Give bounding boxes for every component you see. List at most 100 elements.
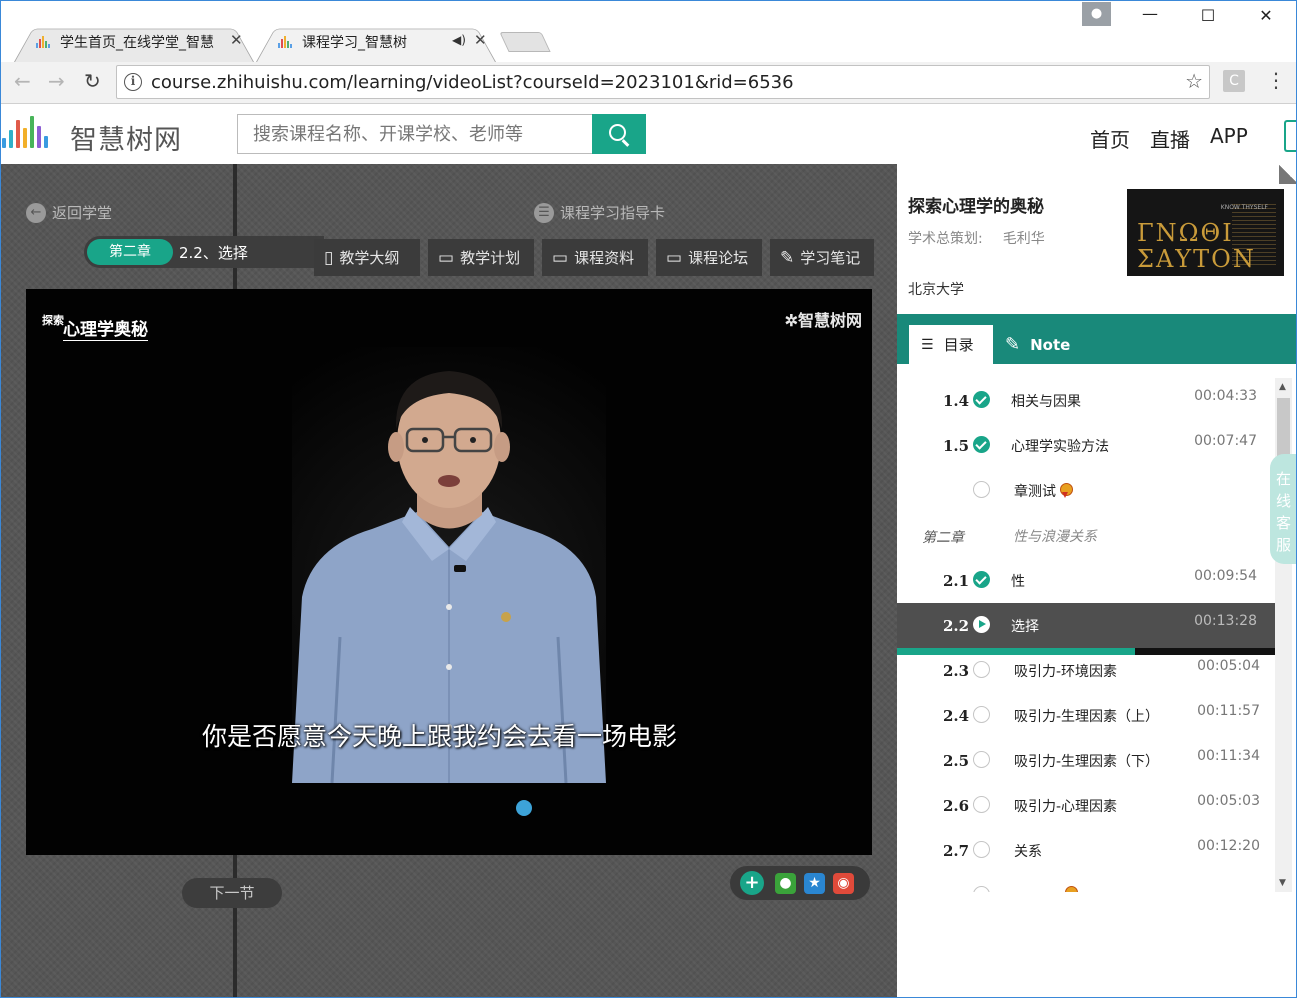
site-info-icon[interactable]: i	[124, 73, 142, 91]
course-materials-button[interactable]: ▭ 课程资料	[542, 239, 648, 276]
folder-icon: ▭	[552, 247, 569, 268]
tab-note[interactable]: ✎ Note	[1005, 325, 1070, 364]
completed-check-icon	[973, 571, 990, 588]
header-user-button[interactable]	[1284, 120, 1297, 152]
browser-titlebar: 学生首页_在线学堂_智慧 ✕ 课程学习_智慧树 ◀) ✕ ● — ☐ ✕	[0, 0, 1297, 63]
course-search-input[interactable]	[238, 115, 593, 153]
back-link-label: 返回学堂	[52, 204, 113, 222]
nav-app[interactable]: APP	[1210, 124, 1248, 148]
section-title: 2.2、选择	[179, 244, 248, 262]
nav-live[interactable]: 直播	[1150, 124, 1190, 153]
tab-audio-icon[interactable]: ◀)	[452, 33, 466, 47]
lesson-item[interactable]: 2.3 吸引力-环境因素 00:05:04	[897, 648, 1275, 693]
calendar-icon: ▭	[438, 247, 455, 268]
lesson-item[interactable]: 2.5 吸引力-生理因素（下） 00:11:34	[897, 738, 1275, 783]
cover-small-text: KNOW THYSELF	[1220, 204, 1268, 211]
extension-icon[interactable]: C	[1223, 70, 1245, 92]
list-icon: ☰	[534, 202, 554, 223]
course-planner: 学术总策划: 毛利华	[908, 231, 1045, 247]
close-window-button[interactable]: ✕	[1246, 6, 1286, 25]
medal-icon	[1064, 886, 1078, 892]
lesson-item-current[interactable]: 2.2 选择 00:13:28	[897, 603, 1275, 648]
course-search-box[interactable]	[237, 114, 593, 154]
back-to-school-link[interactable]: ← 返回学堂	[26, 202, 112, 223]
panel-tabs: ☰ 目录 ✎ Note	[897, 314, 1297, 364]
tab-close-icon[interactable]: ✕	[474, 31, 487, 49]
study-notes-button[interactable]: ✎ 学习笔记	[770, 239, 874, 276]
pending-circle-icon	[973, 751, 990, 768]
lesson-item[interactable]: 2.6 吸引力-心理因素 00:05:03	[897, 783, 1275, 828]
chapter-indicator: 第二章 2.2、选择	[84, 236, 324, 268]
site-favicon-icon	[278, 34, 296, 48]
video-watermark: ✲智慧树网	[784, 311, 862, 330]
completed-check-icon	[973, 391, 990, 408]
browser-tab-course-learning[interactable]: 课程学习_智慧树 ◀) ✕	[256, 22, 496, 63]
lesson-item[interactable]: 1.5 心理学实验方法 00:07:47	[897, 423, 1275, 468]
video-player[interactable]: 探索 心理学奥秘 ✲智慧树网 你是否愿意今天晚上跟我约会去看一场电影	[26, 289, 872, 855]
tab-close-icon[interactable]: ✕	[230, 31, 243, 49]
next-section-button[interactable]: 下一节	[182, 878, 282, 908]
site-header: 智慧树网 首页 直播 APP	[0, 104, 1297, 164]
course-side-panel: 探索心理学的奥秘 学术总策划: 毛利华 北京大学 KNOW THYSELF ΓΝΩ…	[897, 164, 1297, 998]
search-button[interactable]	[592, 114, 646, 154]
chat-bubble-icon: ▭	[666, 247, 683, 268]
study-guide-link[interactable]: ☰ 课程学习指导卡	[534, 202, 665, 223]
chapter-header: 第二章 性与浪漫关系	[922, 529, 1097, 546]
lesson-item[interactable]: 1.4 相关与因果 00:04:33	[897, 378, 1275, 423]
guide-link-label: 课程学习指导卡	[560, 204, 666, 222]
scroll-up-icon[interactable]: ▲	[1279, 382, 1286, 392]
site-favicon-icon	[36, 34, 54, 48]
course-name: 探索心理学的奥秘	[908, 197, 1044, 217]
edit-icon: ✎	[780, 247, 795, 268]
wechat-icon[interactable]: ●	[775, 873, 796, 894]
weibo-icon[interactable]: ◉	[833, 873, 854, 894]
browser-tab-student-home[interactable]: 学生首页_在线学堂_智慧 ✕	[14, 22, 254, 63]
pending-circle-icon	[973, 661, 990, 678]
syllabus-button[interactable]: ▯ 教学大纲	[314, 239, 420, 276]
cover-greek-line-2: ΣΑΥΤΟΝ	[1137, 245, 1256, 273]
lesson-list: 1.4 相关与因果 00:04:33 1.5 心理学实验方法 00:07:47 …	[897, 378, 1275, 892]
address-bar[interactable]: i course.zhihuishu.com/learning/videoLis…	[116, 65, 1210, 99]
panel-collapse-corner[interactable]	[1279, 164, 1297, 184]
course-forum-button[interactable]: ▭ 课程论坛	[656, 239, 762, 276]
site-logo-text[interactable]: 智慧树网	[70, 118, 182, 157]
qzone-icon[interactable]: ★	[804, 873, 825, 894]
play-icon	[973, 616, 990, 633]
site-logo-icon[interactable]	[2, 116, 48, 148]
video-subtitle: 你是否愿意今天晚上跟我约会去看一场电影	[202, 722, 678, 751]
back-arrow-icon: ←	[26, 202, 46, 223]
lesson-item[interactable]: 2.7 关系 00:12:20	[897, 828, 1275, 873]
video-progress-dot[interactable]	[516, 800, 532, 816]
browser-toolbar: ← → ↻ i course.zhihuishu.com/learning/vi…	[0, 62, 1297, 104]
scroll-down-icon[interactable]: ▼	[1279, 878, 1286, 888]
reload-icon[interactable]: ↻	[84, 69, 101, 93]
teaching-plan-button[interactable]: ▭ 教学计划	[428, 239, 534, 276]
tab-catalog[interactable]: ☰ 目录	[909, 325, 993, 364]
plus-share-icon[interactable]: +	[740, 871, 764, 895]
pending-circle-icon	[973, 796, 990, 813]
online-service-button[interactable]: 在线客服	[1270, 454, 1297, 564]
list-icon: ☰	[921, 336, 934, 353]
profile-icon[interactable]: ●	[1082, 2, 1111, 26]
nav-home[interactable]: 首页	[1090, 124, 1130, 153]
address-url[interactable]: course.zhihuishu.com/learning/videoList?…	[151, 72, 794, 93]
back-arrow-icon[interactable]: ←	[14, 69, 31, 93]
forward-arrow-icon[interactable]: →	[48, 69, 65, 93]
book-icon: ▯	[324, 247, 334, 268]
search-icon	[609, 124, 626, 141]
minimize-button[interactable]: —	[1130, 4, 1170, 23]
watermark-logo-icon: ✲	[784, 311, 798, 330]
bookmark-star-icon[interactable]: ☆	[1185, 69, 1203, 93]
lesson-item[interactable]: 2.1 性 00:09:54	[897, 558, 1275, 603]
new-tab-button[interactable]	[499, 32, 551, 52]
chapter-quiz-item[interactable]: 章测试	[897, 468, 1275, 513]
browser-menu-icon[interactable]: ⋮	[1266, 68, 1286, 92]
course-cover-image: KNOW THYSELF ΓΝΩΘΙ ΣΑΥΤΟΝ	[1127, 189, 1284, 276]
maximize-button[interactable]: ☐	[1188, 6, 1228, 25]
lesson-item[interactable]: 2.4 吸引力-生理因素（上） 00:11:57	[897, 693, 1275, 738]
tab-title: 学生首页_在线学堂_智慧	[60, 35, 214, 51]
cover-greek-line-1: ΓΝΩΘΙ	[1137, 219, 1234, 247]
lesson-item-partial[interactable]	[897, 873, 1275, 892]
chapter-pill: 第二章	[87, 239, 173, 265]
share-bar: + ● ★ ◉	[730, 866, 870, 900]
